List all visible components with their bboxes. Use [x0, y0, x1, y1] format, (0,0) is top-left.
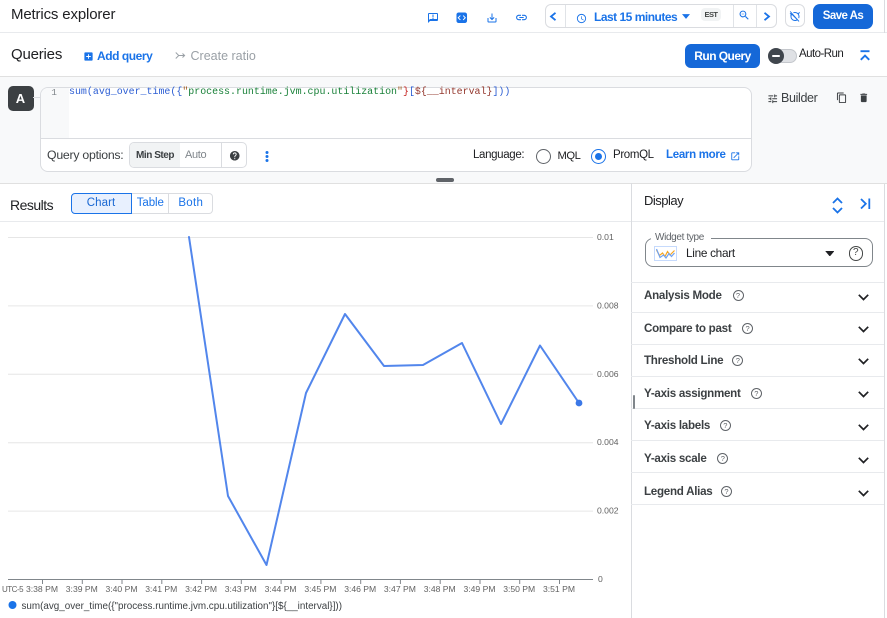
- svg-text:3:47 PM: 3:47 PM: [384, 584, 416, 594]
- svg-text:sum(avg_over_time({"process.ru: sum(avg_over_time({"process.runtime.jvm.…: [22, 601, 343, 612]
- svg-text:3:44 PM: 3:44 PM: [265, 584, 297, 594]
- svg-text:3:40 PM: 3:40 PM: [105, 584, 137, 594]
- svg-text:3:41 PM: 3:41 PM: [145, 584, 177, 594]
- svg-text:3:45 PM: 3:45 PM: [304, 584, 336, 594]
- svg-text:3:39 PM: 3:39 PM: [66, 584, 98, 594]
- svg-text:0.006: 0.006: [597, 369, 619, 379]
- svg-text:UTC-5: UTC-5: [2, 585, 24, 594]
- svg-text:3:48 PM: 3:48 PM: [424, 584, 456, 594]
- svg-text:3:50 PM: 3:50 PM: [503, 584, 535, 594]
- svg-text:0.004: 0.004: [597, 437, 619, 447]
- svg-text:0.01: 0.01: [597, 232, 614, 242]
- svg-text:0.002: 0.002: [597, 506, 619, 516]
- svg-text:3:46 PM: 3:46 PM: [344, 584, 376, 594]
- svg-text:0.008: 0.008: [597, 300, 619, 310]
- svg-text:3:49 PM: 3:49 PM: [463, 584, 495, 594]
- svg-text:3:43 PM: 3:43 PM: [225, 584, 257, 594]
- svg-text:3:42 PM: 3:42 PM: [185, 584, 217, 594]
- svg-text:3:38 PM: 3:38 PM: [26, 584, 58, 594]
- svg-text:0: 0: [598, 574, 603, 584]
- svg-text:3:51 PM: 3:51 PM: [543, 584, 575, 594]
